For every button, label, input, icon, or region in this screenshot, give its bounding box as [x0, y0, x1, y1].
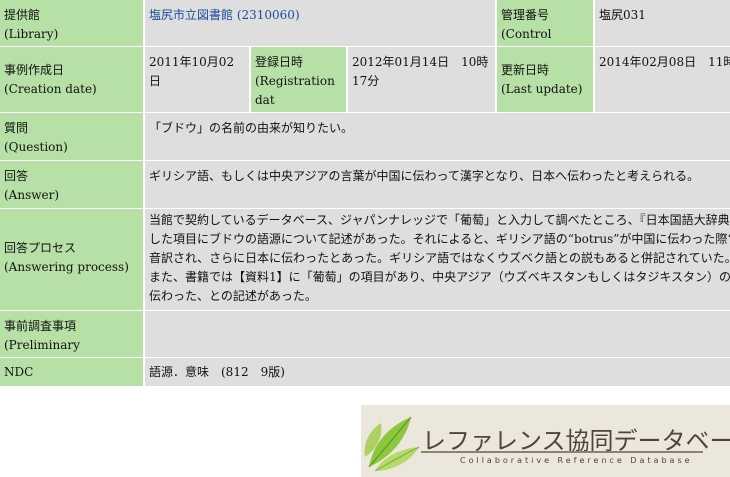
ndc-label: NDC: [0, 358, 145, 386]
preliminary-research-label-en: (Preliminary research): [4, 338, 80, 352]
last-update-label: 更新日時 (Last update): [497, 47, 595, 112]
library-label-ja: 提供館: [4, 8, 41, 22]
registration-label: 登録日時 (Registration dat e): [251, 47, 348, 112]
answer-value: ギリシア語、もしくは中央アジアの言葉が中国に伝わって漢字となり、日本へ伝わったと…: [145, 161, 730, 208]
creation-date-label: 事例作成日 (Creation date): [0, 47, 145, 112]
library-label-en: (Library): [4, 27, 59, 41]
control-number-text: 塩尻031: [599, 8, 646, 22]
process-line: 当館で契約しているデータベース、ジャパンナレッジで「葡萄」と入力して調べたところ…: [149, 213, 730, 227]
registration-label-ja: 登録日時: [255, 55, 304, 69]
question-text: 「ブドウ」の名前の由来が知りたい。: [149, 121, 354, 135]
library-label: 提供館 (Library): [0, 0, 145, 46]
process-line: 伝わった、との記述があった。: [149, 289, 317, 303]
control-number-label-ja: 管理番号: [501, 8, 550, 22]
row-answering-process: 回答プロセス (Answering process) 当館で契約しているデータベ…: [0, 209, 730, 311]
process-line: した項目にブドウの語源について記述があった。それによると、ギリシア語の“botr…: [149, 232, 730, 246]
ndc-value: 語源．意味 (812 9版): [145, 358, 730, 386]
logo-underline: [421, 451, 703, 453]
ndc-text: 語源．意味 (812 9版): [149, 365, 285, 379]
row-answer: 回答 (Answer) ギリシア語、もしくは中央アジアの言葉が中国に伝わって漢字…: [0, 161, 730, 209]
row-library: 提供館 (Library) 塩尻市立図書館 (2310060) 管理番号 (Co…: [0, 0, 730, 47]
answering-process-value: 当館で契約しているデータベース、ジャパンナレッジで「葡萄」と入力して調べたところ…: [145, 209, 730, 310]
crd-logo[interactable]: レファレンス協同データベース Collaborative Reference D…: [361, 405, 730, 477]
logo-subtitle: Collaborative Reference Database: [460, 456, 693, 465]
question-label-en: (Question): [4, 140, 68, 154]
question-label-ja: 質問: [4, 121, 29, 135]
last-update-value: 2014年02月08日 11時23分: [595, 47, 730, 112]
process-line: また、書籍では【資料1】に「葡萄」の項目があり、中央アジア（ウズベキスタンもしく…: [149, 270, 730, 284]
library-value-cell: 塩尻市立図書館 (2310060): [145, 0, 497, 46]
question-value: 「ブドウ」の名前の由来が知りたい。: [145, 113, 730, 160]
question-label: 質問 (Question): [0, 113, 145, 160]
answer-text: ギリシア語、もしくは中央アジアの言葉が中国に伝わって漢字となり、日本へ伝わったと…: [149, 169, 700, 183]
control-number-label-en: (Control number): [501, 27, 552, 41]
library-link[interactable]: 塩尻市立図書館 (2310060): [149, 8, 300, 22]
answer-label: 回答 (Answer): [0, 161, 145, 208]
control-number-value: 塩尻031: [595, 0, 730, 46]
registration-value: 2012年01月14日 10時17分: [348, 47, 497, 112]
row-preliminary-research: 事前調査事項 (Preliminary research): [0, 311, 730, 358]
registration-text: 2012年01月14日 10時17分: [352, 55, 489, 88]
last-update-label-en: (Last update): [501, 82, 583, 96]
answering-process-label-en: (Answering process): [4, 260, 129, 274]
answer-label-ja: 回答: [4, 169, 29, 183]
creation-date-label-en: (Creation date): [4, 82, 97, 96]
registration-label-en-2: e): [255, 110, 342, 112]
answer-label-en: (Answer): [4, 188, 60, 202]
row-dates: 事例作成日 (Creation date) 2011年10月02日 登録日時 (…: [0, 47, 730, 113]
leaf-icon: [364, 416, 420, 472]
last-update-label-ja: 更新日時: [501, 63, 550, 77]
last-update-text: 2014年02月08日 11時23分: [599, 55, 730, 69]
preliminary-research-value: [145, 311, 730, 357]
creation-date-value: 2011年10月02日: [145, 47, 251, 112]
row-ndc: NDC 語源．意味 (812 9版): [0, 358, 730, 387]
preliminary-research-label: 事前調査事項 (Preliminary research): [0, 311, 145, 357]
row-question: 質問 (Question) 「ブドウ」の名前の由来が知りたい。: [0, 113, 730, 161]
preliminary-research-label-ja: 事前調査事項: [4, 319, 77, 333]
answering-process-label-ja: 回答プロセス: [4, 241, 77, 255]
creation-date-text: 2011年10月02日: [149, 55, 235, 88]
control-number-label: 管理番号 (Control number): [497, 0, 595, 46]
registration-label-en-1: (Registration dat: [255, 74, 335, 107]
process-line: 音訳され、さらに日本に伝わったとあった。ギリシア語ではなくウズベク語との説もある…: [149, 251, 730, 265]
creation-date-label-ja: 事例作成日: [4, 63, 65, 77]
ndc-label-text: NDC: [4, 365, 34, 379]
answering-process-label: 回答プロセス (Answering process): [0, 209, 145, 310]
